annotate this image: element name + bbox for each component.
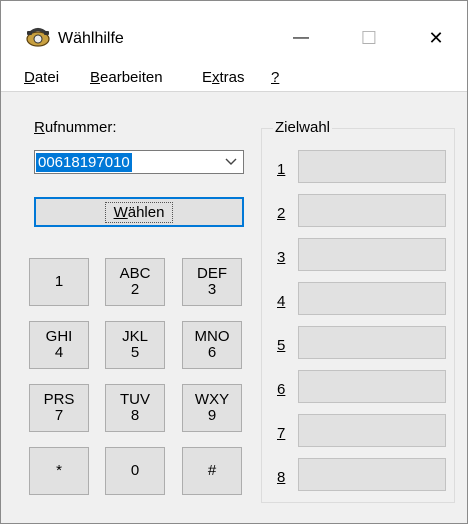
close-button[interactable]: ✕ [406,21,466,55]
phone-dialer-app-icon [26,28,50,47]
phone-number-combobox[interactable]: 00618197010 [34,150,244,174]
dial-button[interactable]: Wählen [34,197,244,227]
speed-dial-label-5: 5 [277,337,286,354]
speed-dial-button-2[interactable] [298,194,446,227]
chevron-down-icon[interactable] [225,157,237,167]
speed-dial-label-1: 1 [277,161,286,178]
menu-bearbeiten[interactable]: Bearbeiten [90,69,163,86]
phone-number-label: Rufnummer: [34,119,117,136]
speed-dial-title: Zielwahl [273,119,333,136]
minimize-button[interactable]: — [271,21,331,55]
dial-button-label: Wählen [104,201,174,223]
key-5[interactable]: JKL 5 [105,321,165,369]
speed-dial-label-8: 8 [277,469,286,486]
key-3[interactable]: DEF 3 [182,258,242,306]
speed-dial-button-5[interactable] [298,326,446,359]
key-1[interactable]: 1 [29,258,89,306]
menu-help[interactable]: ? [271,69,279,86]
speed-dial-button-1[interactable] [298,150,446,183]
menu-extras[interactable]: Extras [202,69,245,86]
speed-dial-label-4: 4 [277,293,286,310]
title-bar[interactable]: Wählhilfe — ☐ ✕ [1,1,467,61]
key-8[interactable]: TUV 8 [105,384,165,432]
key-2[interactable]: ABC 2 [105,258,165,306]
speed-dial-button-3[interactable] [298,238,446,271]
menu-bar: Datei Bearbeiten Extras ? [1,61,467,92]
speed-dial-button-6[interactable] [298,370,446,403]
speed-dial-button-7[interactable] [298,414,446,447]
speed-dial-button-4[interactable] [298,282,446,315]
speed-dial-label-3: 3 [277,249,286,266]
phone-number-value: 00618197010 [36,153,132,172]
key-hash[interactable]: # [182,447,242,495]
close-icon: ✕ [428,27,444,48]
menu-datei[interactable]: Datei [24,69,59,86]
speed-dial-button-8[interactable] [298,458,446,491]
key-0[interactable]: 0 [105,447,165,495]
key-4[interactable]: GHI 4 [29,321,89,369]
maximize-button[interactable]: ☐ [339,21,399,55]
dialer-window: Wählhilfe — ☐ ✕ Datei Bearbeiten Extras … [0,0,468,524]
maximize-icon: ☐ [360,27,378,48]
window-title: Wählhilfe [58,30,124,47]
speed-dial-label-6: 6 [277,381,286,398]
speed-dial-label-7: 7 [277,425,286,442]
key-star[interactable]: * [29,447,89,495]
minimize-icon: — [293,29,309,46]
key-7[interactable]: PRS 7 [29,384,89,432]
speed-dial-label-2: 2 [277,205,286,222]
key-6[interactable]: MNO 6 [182,321,242,369]
key-9[interactable]: WXY 9 [182,384,242,432]
